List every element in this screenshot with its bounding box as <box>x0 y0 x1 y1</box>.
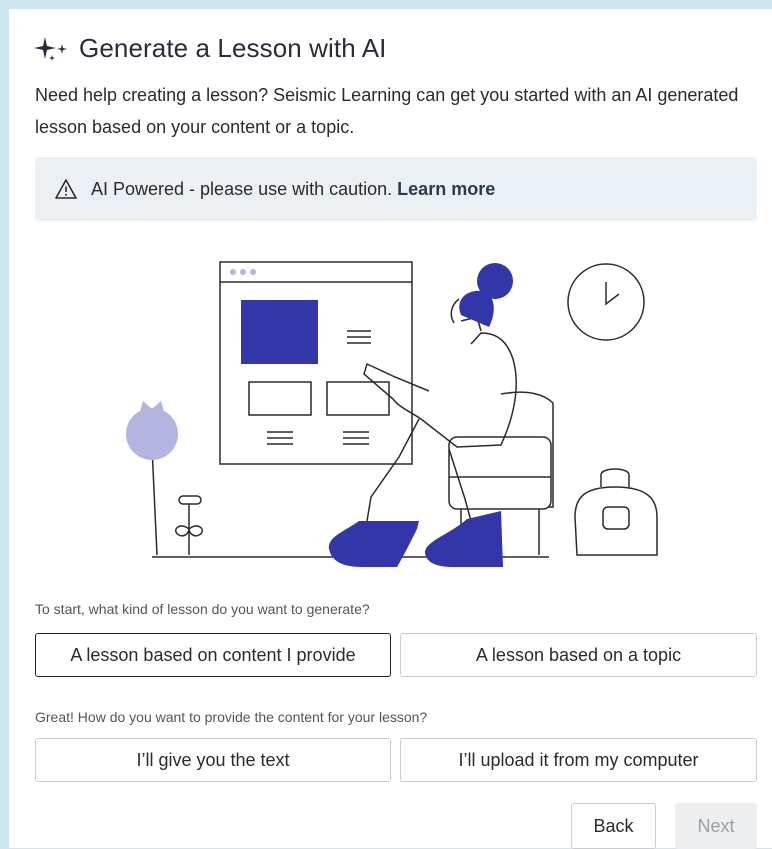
back-button[interactable]: Back <box>571 803 656 849</box>
topic-lesson-option[interactable]: A lesson based on a topic <box>400 633 757 677</box>
sparkles-icon <box>34 36 67 61</box>
lesson-type-question: To start, what kind of lesson do you wan… <box>35 601 370 617</box>
page-title: Generate a Lesson with AI <box>79 33 387 63</box>
learn-more-link[interactable]: Learn more <box>397 179 495 199</box>
banner-message: AI Powered - please use with caution. Lea… <box>91 179 495 200</box>
next-button[interactable]: Next <box>675 803 757 849</box>
content-lesson-option[interactable]: A lesson based on content I provide <box>35 633 391 677</box>
warning-icon <box>55 179 77 199</box>
upload-file-option[interactable]: I’ll upload it from my computer <box>400 738 757 782</box>
content-source-question: Great! How do you want to provide the co… <box>35 709 428 725</box>
dialog-header: Generate a Lesson with AI <box>33 33 386 64</box>
ai-caution-banner: AI Powered - please use with caution. Lea… <box>35 157 757 221</box>
give-text-option[interactable]: I’ll give you the text <box>35 738 391 782</box>
generate-lesson-dialog: Generate a Lesson with AI Need help crea… <box>9 9 772 849</box>
description-text: Need help creating a lesson? Seismic Lea… <box>35 85 739 137</box>
lesson-illustration <box>126 261 658 567</box>
banner-text: AI Powered - please use with caution. <box>91 178 393 199</box>
